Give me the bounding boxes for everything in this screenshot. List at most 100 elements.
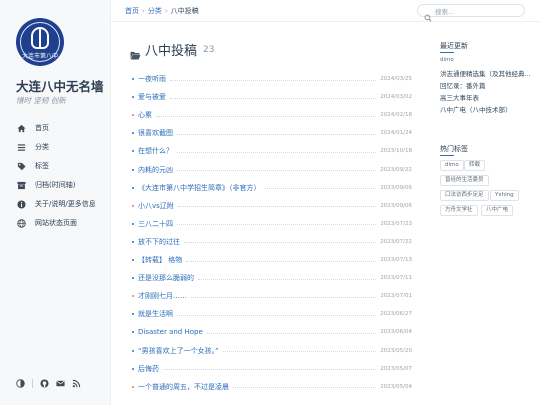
post-date: 2023/09/22 xyxy=(380,166,412,173)
bullet-icon xyxy=(132,168,134,171)
post-item[interactable]: 才刚刚七月…… 2023/07/01 xyxy=(132,290,412,302)
breadcrumb: 首页 › 分类 › 八中投稿 xyxy=(125,6,199,16)
nav-item-tags[interactable]: 标签 xyxy=(16,159,49,173)
bullet-icon xyxy=(132,349,134,352)
post-title[interactable]: 一个普通的周五，不过是凌晨 xyxy=(138,382,229,392)
dotted-leader xyxy=(206,332,377,334)
page-heading: 八中投稿 23 xyxy=(130,40,215,60)
post-title[interactable]: 后悔药 xyxy=(138,364,159,374)
tag-chip[interactable]: 口法访西步足足 xyxy=(440,190,489,201)
post-item[interactable]: Disaster and Hope 2023/06/04 xyxy=(132,326,412,338)
tag-chip[interactable]: Yxhing xyxy=(490,190,519,201)
post-item[interactable]: 爱与被爱 2024/03/02 xyxy=(132,91,412,103)
site-logo[interactable]: 大连市第八中 xyxy=(16,18,64,66)
tag-chip[interactable]: 八中广电 xyxy=(481,205,514,216)
heading-underline xyxy=(440,52,454,53)
post-item[interactable]: 内耗的元凶 2023/09/22 xyxy=(132,164,412,176)
post-item[interactable]: 很喜欢截图 2024/01/24 xyxy=(132,127,412,139)
nav-item-categories[interactable]: 分类 xyxy=(16,140,49,154)
bullet-icon xyxy=(132,331,134,334)
recent-item[interactable]: 高三大事年表 xyxy=(440,92,538,102)
post-title[interactable]: 一夜听雨 xyxy=(138,74,166,84)
dotted-leader xyxy=(222,351,377,352)
post-title[interactable]: 【转载】 格物 xyxy=(138,255,182,265)
hot-tags-title: 热门标签 xyxy=(440,145,468,153)
dotted-leader xyxy=(177,206,377,208)
post-title[interactable]: 《大连市第八中学招生简章》（非官方） xyxy=(138,183,261,193)
breadcrumb-category[interactable]: 分类 xyxy=(148,7,162,15)
bullet-icon xyxy=(132,277,134,280)
post-item[interactable]: 放不下的过往 2023/07/22 xyxy=(132,236,412,248)
post-title[interactable]: 还是没那么脆弱的 xyxy=(138,273,194,283)
dotted-leader xyxy=(186,260,377,262)
post-date: 2023/09/06 xyxy=(380,184,412,191)
post-item[interactable]: 一夜听雨 2024/03/25 xyxy=(132,73,412,85)
post-item[interactable]: 【转载】 格物 2023/07/13 xyxy=(132,254,412,266)
dotted-leader xyxy=(177,170,377,171)
bullet-icon xyxy=(132,96,134,99)
post-item[interactable]: “男孩喜欢上了一个女孩。” 2023/05/20 xyxy=(132,345,412,357)
nav-item-status[interactable]: 网站状态页面 xyxy=(16,216,77,230)
bullet-icon xyxy=(132,313,134,316)
post-title[interactable]: “男孩喜欢上了一个女孩。” xyxy=(138,346,219,356)
tag-chip[interactable]: dimo xyxy=(440,160,464,171)
post-title[interactable]: 很喜欢截图 xyxy=(138,128,173,138)
bullet-icon xyxy=(132,186,134,189)
post-date: 2023/10/18 xyxy=(380,148,412,155)
post-title[interactable]: 才刚刚七月…… xyxy=(138,291,187,301)
recent-item[interactable]: dimo xyxy=(440,57,538,63)
post-title[interactable]: 在想什么？ xyxy=(138,146,173,156)
post-item[interactable]: 《大连市第八中学招生简章》（非官方） 2023/09/06 xyxy=(132,182,412,194)
nav-item-archives[interactable]: 归档(时间轴) xyxy=(16,178,75,192)
rss-icon[interactable] xyxy=(72,379,81,388)
post-title[interactable]: 心累 xyxy=(138,110,152,120)
tag-chip[interactable]: 转载 xyxy=(464,160,486,171)
breadcrumb-home[interactable]: 首页 xyxy=(125,7,139,15)
search-box[interactable]: 搜索... xyxy=(417,4,525,22)
post-title[interactable]: 放不下的过往 xyxy=(138,237,180,247)
dotted-leader xyxy=(177,151,377,153)
site-title[interactable]: 大连八中无名墙 xyxy=(16,76,104,95)
email-icon[interactable] xyxy=(56,379,65,388)
post-title[interactable]: 就是生活啊 xyxy=(138,309,173,319)
post-date: 2023/05/20 xyxy=(380,347,412,354)
dotted-leader xyxy=(191,296,377,298)
recent-item[interactable]: 洪志通便精选集（及其他经典... xyxy=(440,68,538,78)
post-item[interactable]: 后悔药 2023/05/07 xyxy=(132,363,412,375)
post-item[interactable]: 在想什么？ 2023/10/18 xyxy=(132,145,412,157)
post-title[interactable]: Disaster and Hope xyxy=(138,328,203,336)
post-title[interactable]: 爱与被爱 xyxy=(138,92,166,102)
post-item[interactable]: 就是生活啊 2023/06/27 xyxy=(132,308,412,320)
recent-item[interactable]: 回忆录：番外篇 xyxy=(440,80,538,90)
post-item[interactable]: 一个普通的周五，不过是凌晨 2023/05/04 xyxy=(132,381,412,393)
post-date: 2024/03/25 xyxy=(380,76,412,82)
post-count: 23 xyxy=(203,44,215,55)
post-date: 2023/07/22 xyxy=(380,238,412,245)
search-icon xyxy=(424,7,432,22)
tag-chip[interactable]: 方舟文学社 xyxy=(440,205,478,216)
bullet-icon xyxy=(132,114,134,117)
dotted-leader xyxy=(170,79,377,81)
search-input[interactable]: 搜索... xyxy=(435,6,454,16)
github-icon[interactable] xyxy=(40,379,49,388)
recent-item[interactable]: 八中广电（八中技术部） xyxy=(440,104,538,114)
post-title[interactable]: 内耗的元凶 xyxy=(138,165,173,175)
dotted-leader xyxy=(156,115,377,117)
post-title[interactable]: 三八二十四 xyxy=(138,219,173,229)
bullet-icon xyxy=(132,259,134,261)
post-item[interactable]: 心累 2024/02/18 xyxy=(132,109,412,121)
nav-item-about[interactable]: 关于/说明/更多信息 xyxy=(16,197,96,211)
folder-open-icon xyxy=(130,45,141,60)
nav-item-home[interactable]: 首页 xyxy=(16,121,49,135)
nav-item-label: 标签 xyxy=(35,162,49,170)
post-item[interactable]: 三八二十四 2023/07/23 xyxy=(132,218,412,230)
recent-updates-title: 最近更新 xyxy=(440,42,468,50)
home-icon xyxy=(16,123,26,133)
nav-item-label: 关于/说明/更多信息 xyxy=(35,200,96,208)
post-item[interactable]: 小八vs辽附 2023/09/06 xyxy=(132,200,412,212)
theme-toggle-icon[interactable] xyxy=(16,379,25,388)
post-item[interactable]: 还是没那么脆弱的 2023/07/11 xyxy=(132,272,412,284)
post-title[interactable]: 小八vs辽附 xyxy=(138,201,174,211)
tag-chip[interactable]: 曾经的生活委员 xyxy=(440,175,489,186)
nav-item-label: 网站状态页面 xyxy=(35,219,77,227)
